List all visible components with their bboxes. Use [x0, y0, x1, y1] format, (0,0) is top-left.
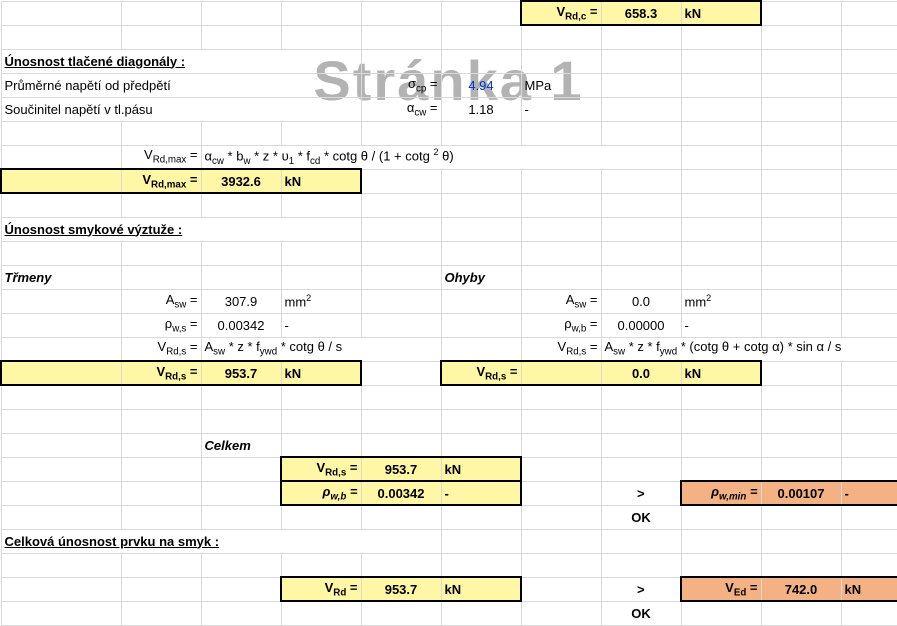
stirrups-vrds-label: VRd,s =	[121, 361, 201, 385]
row-vrdmax-result: VRd,max = 3932.6 kN	[1, 169, 897, 193]
total-vrds-value: 953.7	[361, 457, 441, 481]
row-vrds-formula: VRd,s = Asw * z * fywd * cotg θ / s VRd,…	[1, 337, 897, 361]
sigma-cp-value[interactable]: 4.94	[441, 73, 521, 97]
heading-total-shear: Celková únosnost prvku na smyk :	[1, 529, 897, 553]
ved-unit: kN	[841, 577, 897, 601]
alpha-cw-label: Součinitel napětí v tl.pásu	[1, 97, 361, 121]
row-rho: ρw,s = 0.00342 - ρw,b = 0.00000 -	[1, 313, 897, 337]
calc-sheet: VRd,c = 658.3 kN Únosnost tlačené diagon…	[0, 0, 897, 626]
bends-rho-label: ρw,b =	[521, 313, 601, 337]
stirrups-vrds-flabel: VRd,s =	[121, 337, 201, 361]
stirrups-asw-unit: mm2	[281, 289, 361, 313]
stirrups-vrds-value: 953.7	[201, 361, 281, 385]
vrdmax-formula: αcw * bw * z * υ1 * fcd * cotg θ / (1 + …	[201, 145, 681, 169]
total-rho-label: ρw,b =	[281, 481, 361, 505]
vrdmax-unit: kN	[281, 169, 361, 193]
ved-value: 742.0	[761, 577, 841, 601]
total-rho-unit: -	[441, 481, 521, 505]
alpha-cw-value: 1.18	[441, 97, 521, 121]
row-total-ok: OK	[1, 505, 897, 529]
row-vrds-result: VRd,s = 953.7 kN VRd,s = 0.0 kN	[1, 361, 897, 385]
heading-diagonal: Únosnost tlačené diagonály :	[1, 49, 897, 73]
row-subheadings: Třmeny Ohyby	[1, 265, 897, 289]
bends-vrds-value: 0.0	[601, 361, 681, 385]
row-alpha-cw: Součinitel napětí v tl.pásu αcw = 1.18 -	[1, 97, 897, 121]
heading-shear-reinf: Únosnost smykové výztuže :	[1, 217, 897, 241]
row-final: VRd = 953.7 kN > VEd = 742.0 kN	[1, 577, 897, 601]
sigma-cp-label: Průměrné napětí od předpětí	[1, 73, 361, 97]
vrdmax-formula-symbol: VRd,max =	[121, 145, 201, 169]
stirrups-title: Třmeny	[1, 265, 121, 289]
total-rho-value: 0.00342	[361, 481, 441, 505]
ved-label: VEd =	[681, 577, 761, 601]
bends-vrds-label: VRd,s =	[441, 361, 521, 385]
stirrups-vrds-unit: kN	[281, 361, 361, 385]
sigma-cp-symbol: σcp =	[361, 73, 441, 97]
rhomin-unit: -	[841, 481, 897, 505]
rhomin-value: 0.00107	[761, 481, 841, 505]
row-vrdc: VRd,c = 658.3 kN	[1, 1, 897, 25]
stirrups-rho-label: ρw,s =	[121, 313, 201, 337]
row-total-rho: ρw,b = 0.00342 - > ρw,min = 0.00107 -	[1, 481, 897, 505]
vrd-label: VRd =	[281, 577, 361, 601]
bends-asw-unit: mm2	[681, 289, 761, 313]
total-vrds-unit: kN	[441, 457, 521, 481]
stirrups-rho-unit: -	[281, 313, 361, 337]
row-sigma-cp: Průměrné napětí od předpětí σcp = 4.94 M…	[1, 73, 897, 97]
bends-rho-value: 0.00000	[601, 313, 681, 337]
vrdc-label: VRd,c =	[521, 1, 601, 25]
bends-title: Ohyby	[441, 265, 521, 289]
bends-rho-unit: -	[681, 313, 761, 337]
final-compare: >	[601, 577, 681, 601]
stirrups-vrds-formula: Asw * z * fywd * cotg θ / s	[201, 337, 441, 361]
section3-heading: Celková únosnost prvku na smyk :	[1, 529, 441, 553]
row-total-vrds: VRd,s = 953.7 kN	[1, 457, 897, 481]
total-title: Celkem	[201, 433, 281, 457]
bends-asw-value: 0.0	[601, 289, 681, 313]
total-vrds-label: VRd,s =	[281, 457, 361, 481]
stirrups-rho-value: 0.00342	[201, 313, 281, 337]
bends-asw-label: Asw =	[521, 289, 601, 313]
rhomin-label: ρw,min =	[681, 481, 761, 505]
stirrups-asw-label: Asw =	[121, 289, 201, 313]
row-final-ok: OK	[1, 601, 897, 625]
bends-vrds-formula: Asw * z * fywd * (cotg θ + cotg α) * sin…	[601, 337, 897, 361]
section2-heading: Únosnost smykové výztuže :	[1, 217, 361, 241]
section1-heading: Únosnost tlačené diagonály :	[1, 49, 361, 73]
vrdmax-label: VRd,max =	[121, 169, 201, 193]
alpha-cw-symbol: αcw =	[361, 97, 441, 121]
stirrups-asw-value: 307.9	[201, 289, 281, 313]
vrdc-unit: kN	[681, 1, 761, 25]
vrdc-value: 658.3	[601, 1, 681, 25]
bends-vrds-flabel: VRd,s =	[521, 337, 601, 361]
total-ok: OK	[601, 505, 681, 529]
bends-vrds-unit: kN	[681, 361, 761, 385]
row-asw: Asw = 307.9 mm2 Asw = 0.0 mm2	[1, 289, 897, 313]
vrdmax-value: 3932.6	[201, 169, 281, 193]
total-compare: >	[601, 481, 681, 505]
vrd-unit: kN	[441, 577, 521, 601]
vrd-value: 953.7	[361, 577, 441, 601]
final-ok: OK	[601, 601, 681, 625]
row-vrdmax-formula: VRd,max = αcw * bw * z * υ1 * fcd * cotg…	[1, 145, 897, 169]
alpha-cw-unit: -	[521, 97, 601, 121]
sigma-cp-unit: MPa	[521, 73, 601, 97]
